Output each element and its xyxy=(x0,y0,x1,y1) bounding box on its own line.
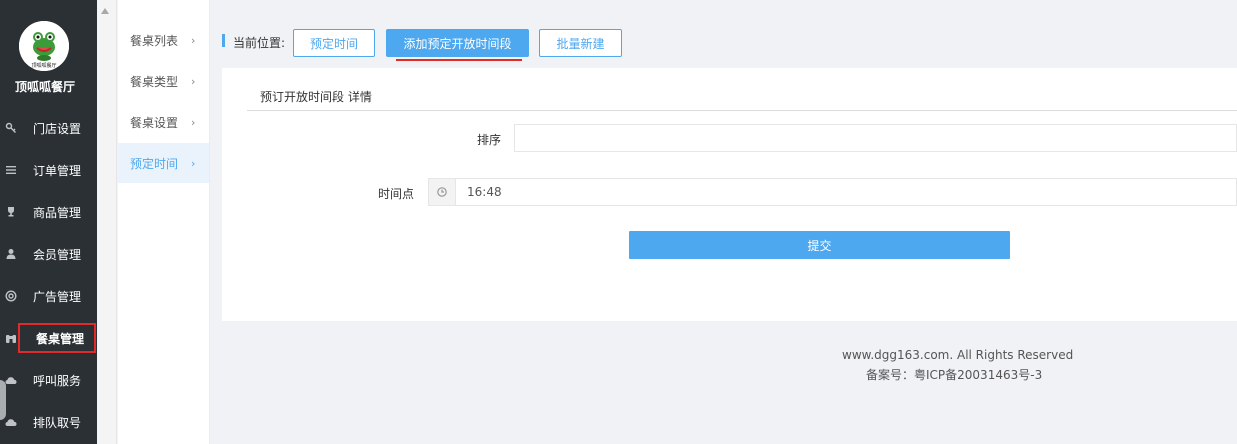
frog-mascot-icon: 顶呱呱餐厅 xyxy=(19,21,69,71)
key-icon xyxy=(5,122,17,134)
batch-create-button[interactable]: 批量新建 xyxy=(539,29,622,57)
sidebar-item-label: 订单管理 xyxy=(33,163,82,178)
submenu-item-table-types[interactable]: 餐桌类型 › xyxy=(118,61,209,101)
time-label: 时间点 xyxy=(378,187,415,201)
submenu-item-table-settings[interactable]: 餐桌设置 › xyxy=(118,102,209,142)
user-icon xyxy=(5,248,17,260)
sort-label: 排序 xyxy=(477,133,502,147)
sidebar-item-label: 商品管理 xyxy=(33,205,82,220)
submenu-item-label: 餐桌类型 xyxy=(130,74,179,89)
submenu-item-label: 餐桌列表 xyxy=(130,33,179,48)
submenu-item-label: 餐桌设置 xyxy=(130,115,179,130)
submenu-item-table-list[interactable]: 餐桌列表 › xyxy=(118,20,209,60)
active-item-highlight xyxy=(18,323,96,353)
sort-input[interactable] xyxy=(514,124,1237,152)
binoculars-icon xyxy=(5,332,17,344)
clock-icon[interactable] xyxy=(428,178,456,206)
sidebar-item-store-settings[interactable]: 门店设置 xyxy=(0,108,97,148)
add-reservation-slot-button[interactable]: 添加预定开放时间段 xyxy=(386,29,529,57)
reservation-time-button[interactable]: 预定时间 xyxy=(293,29,375,57)
sidebar-item-label: 会员管理 xyxy=(33,247,82,262)
panel-title: 预订开放时间段 详情 xyxy=(260,90,372,104)
breadcrumb-bar: 当前位置: 预定时间 添加预定开放时间段 批量新建 xyxy=(210,0,1237,68)
time-input[interactable]: 16:48 xyxy=(456,178,1237,206)
scroll-up-icon[interactable] xyxy=(101,8,109,14)
sidebar-item-label: 排队取号 xyxy=(33,415,82,430)
chevron-right-icon: › xyxy=(191,156,196,170)
sidebar-item-queue[interactable]: 排队取号 xyxy=(0,402,97,442)
main-sidebar: 顶呱呱餐厅 顶呱呱餐厅 门店设置 订单管理 商品管理 会员管理 广告管理 餐桌管… xyxy=(0,0,97,444)
lifebuoy-icon xyxy=(5,290,17,302)
sidebar-item-members[interactable]: 会员管理 xyxy=(0,234,97,274)
shop-name: 顶呱呱餐厅 xyxy=(14,80,75,94)
copyright-text: www.dgg163.com. All Rights Reserved xyxy=(842,348,1074,362)
annotation-underline xyxy=(396,59,522,61)
submit-button[interactable]: 提交 xyxy=(629,231,1010,259)
svg-text:顶呱呱餐厅: 顶呱呱餐厅 xyxy=(31,62,56,69)
cloud-icon xyxy=(5,416,17,428)
scroll-edge xyxy=(0,380,6,420)
trophy-icon xyxy=(5,206,17,218)
sidebar-item-orders[interactable]: 订单管理 xyxy=(0,150,97,190)
sidebar-item-label: 广告管理 xyxy=(33,289,82,304)
chevron-right-icon: › xyxy=(191,74,196,88)
icp-text: 备案号：粤ICP备20031463号-3 xyxy=(866,368,1043,382)
chevron-right-icon: › xyxy=(191,33,196,47)
sidebar-item-call-service[interactable]: 呼叫服务 xyxy=(0,360,97,400)
sidebar-item-label: 门店设置 xyxy=(33,121,82,136)
chevron-right-icon: › xyxy=(191,115,196,129)
sidebar-scrollbar[interactable] xyxy=(97,0,117,444)
position-marker xyxy=(222,34,225,47)
sidebar-item-label: 呼叫服务 xyxy=(33,373,82,388)
sub-menu: 餐桌列表 › 餐桌类型 › 餐桌设置 › 预定时间 › xyxy=(118,0,210,444)
list-icon xyxy=(5,164,17,176)
cloud-icon xyxy=(5,374,17,386)
submenu-item-label: 预定时间 xyxy=(130,156,179,171)
sidebar-item-ads[interactable]: 广告管理 xyxy=(0,276,97,316)
sidebar-item-products[interactable]: 商品管理 xyxy=(0,192,97,232)
form-panel: 预订开放时间段 详情 排序 时间点 16:48 提交 xyxy=(222,68,1237,321)
position-label: 当前位置: xyxy=(233,36,286,50)
logo: 顶呱呱餐厅 xyxy=(19,21,69,71)
submenu-item-reservation-time[interactable]: 预定时间 › xyxy=(118,143,209,183)
divider xyxy=(247,110,1237,111)
